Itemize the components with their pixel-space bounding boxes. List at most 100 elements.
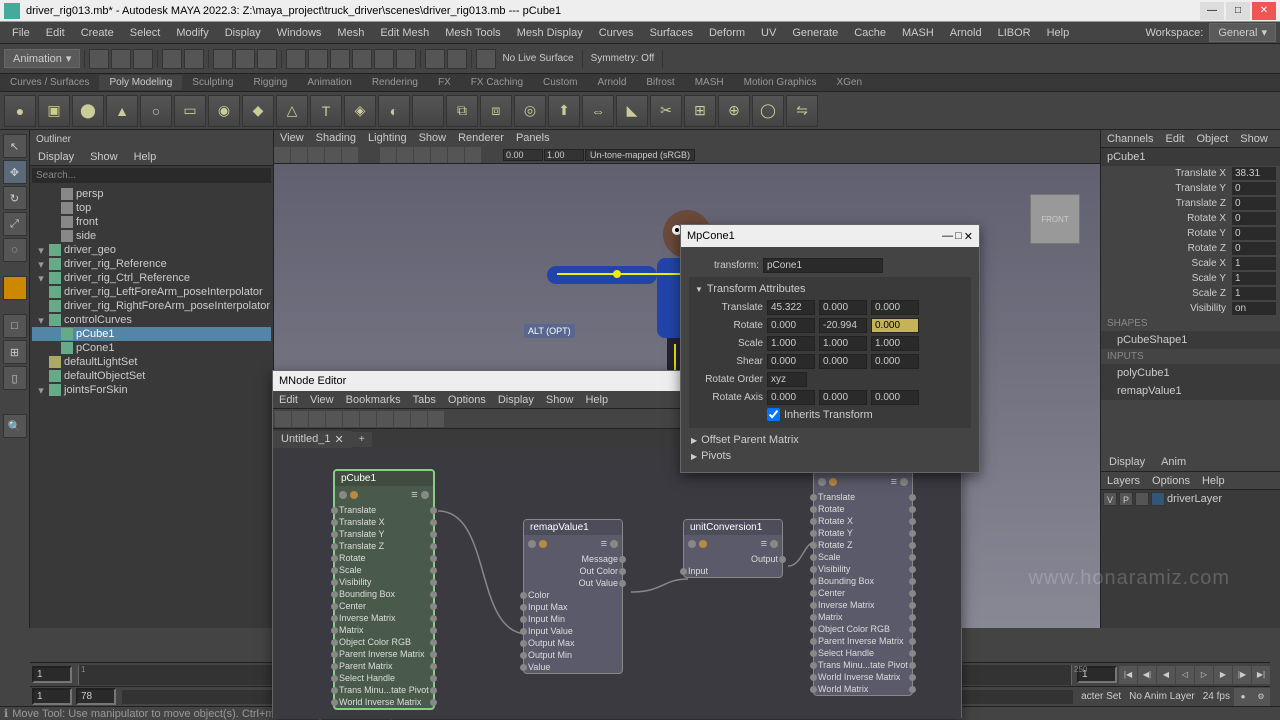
extrude-icon[interactable]: ⬆	[548, 95, 580, 127]
shelf-tab-xgen[interactable]: XGen	[826, 75, 872, 90]
menu-cache[interactable]: Cache	[846, 27, 894, 39]
move-tool-icon[interactable]: ✥	[3, 160, 27, 184]
poly-platonic-icon[interactable]: ◆	[242, 95, 274, 127]
menu-uv[interactable]: UV	[753, 27, 784, 39]
ne-tab[interactable]: Untitled_1 ✕	[273, 431, 352, 448]
prefs-icon[interactable]: ⚙	[1252, 688, 1270, 706]
ne-clear-icon[interactable]	[326, 411, 342, 427]
ne-show[interactable]: Show	[540, 394, 580, 406]
outliner-item[interactable]: ▾controlCurves	[32, 313, 271, 327]
vp-image-plane-icon[interactable]	[291, 147, 307, 163]
attr-popup-title[interactable]: M pCone1 — □ ✕	[681, 225, 979, 247]
shelf-tab-poly[interactable]: Poly Modeling	[99, 75, 182, 90]
vp-xray-icon[interactable]	[397, 147, 413, 163]
cb-attr-input[interactable]	[1232, 242, 1276, 255]
menu-display[interactable]: Display	[217, 27, 269, 39]
transform-node-input[interactable]	[763, 258, 883, 273]
menu-windows[interactable]: Windows	[269, 27, 330, 39]
cb-show[interactable]: Show	[1234, 133, 1274, 145]
outliner-show[interactable]: Show	[82, 151, 126, 163]
autokey-icon[interactable]: ●	[1234, 688, 1252, 706]
cb-attr-input[interactable]	[1232, 167, 1276, 180]
select-tool-icon[interactable]: ↖	[3, 134, 27, 158]
ne-tab-close-icon[interactable]: ✕	[335, 433, 344, 446]
poly-torus-icon[interactable]: ○	[140, 95, 172, 127]
vp-shading[interactable]: Shading	[310, 132, 362, 144]
vp-show[interactable]: Show	[413, 132, 453, 144]
next-key-icon[interactable]: |▶	[1233, 666, 1251, 684]
attr-rotate-1[interactable]	[819, 318, 867, 333]
poly-sphere-icon[interactable]: ●	[4, 95, 36, 127]
menu-edit-mesh[interactable]: Edit Mesh	[372, 27, 437, 39]
ne-view[interactable]: View	[304, 394, 340, 406]
poly-pyramid-icon[interactable]: △	[276, 95, 308, 127]
snap-view-icon[interactable]	[396, 49, 416, 69]
live-surface-icon[interactable]	[476, 49, 496, 69]
multi-cut-icon[interactable]: ✂	[650, 95, 682, 127]
layer-tab-anim[interactable]: Anim	[1153, 453, 1194, 471]
next-frame-icon[interactable]: ▶	[1214, 666, 1232, 684]
cb-attr-input[interactable]	[1232, 302, 1276, 315]
cb-attr-input[interactable]	[1232, 197, 1276, 210]
attr-translate-2[interactable]	[871, 300, 919, 315]
ne-zoom-icon[interactable]	[428, 411, 444, 427]
lasso-icon[interactable]	[235, 49, 255, 69]
graph-node[interactable]: pCube1≡Translate Translate X Translate Y…	[333, 469, 435, 710]
outliner-item[interactable]: defaultObjectSet	[32, 369, 271, 383]
outliner-item[interactable]: defaultLightSet	[32, 355, 271, 369]
mode-dropdown[interactable]: Animation ▾	[4, 49, 80, 68]
offset-parent-section[interactable]: Offset Parent Matrix	[689, 432, 971, 448]
outliner-item[interactable]: pCone1	[32, 341, 271, 355]
paint-select-icon[interactable]	[257, 49, 277, 69]
graph-node[interactable]: pCone1≡TranslateRotate Rotate X Rotate Y…	[813, 457, 913, 696]
shelf-tab-fxcache[interactable]: FX Caching	[461, 75, 533, 90]
bridge-icon[interactable]: ⇔	[582, 95, 614, 127]
attr-shear-1[interactable]	[819, 354, 867, 369]
ne-options[interactable]: Options	[442, 394, 492, 406]
insert-edge-icon[interactable]: ⊞	[684, 95, 716, 127]
vp-bookmark-icon[interactable]	[325, 147, 341, 163]
graph-node[interactable]: unitConversion1≡OutputInput	[683, 519, 783, 578]
char-set[interactable]: acter Set	[1077, 691, 1125, 702]
rotate-axis-z[interactable]	[871, 390, 919, 405]
shelf-tab-fx[interactable]: FX	[428, 75, 461, 90]
maximize-button[interactable]: □	[1226, 2, 1250, 20]
cb-attr-input[interactable]	[1232, 287, 1276, 300]
attr-rotate-2[interactable]	[871, 318, 919, 333]
outliner-item[interactable]: side	[32, 229, 271, 243]
bevel-icon[interactable]: ◣	[616, 95, 648, 127]
ne-tabs[interactable]: Tabs	[407, 394, 442, 406]
shelf-tab-arnold[interactable]: Arnold	[587, 75, 636, 90]
poly-cube-icon[interactable]: ▣	[38, 95, 70, 127]
shelf-tab-custom[interactable]: Custom	[533, 75, 587, 90]
menu-create[interactable]: Create	[73, 27, 122, 39]
snap-point-icon[interactable]	[330, 49, 350, 69]
shelf-tab-render[interactable]: Rendering	[362, 75, 428, 90]
poly-disc-icon[interactable]: ◉	[208, 95, 240, 127]
attr-rotate-0[interactable]	[767, 318, 815, 333]
attr-shear-2[interactable]	[871, 354, 919, 369]
node-editor-canvas[interactable]: pCube1≡Translate Translate X Translate Y…	[273, 449, 961, 719]
menu-libor[interactable]: LIBOR	[990, 27, 1039, 39]
vp-wireframe-icon[interactable]	[414, 147, 430, 163]
menu-curves[interactable]: Curves	[591, 27, 642, 39]
range-visible-start[interactable]	[76, 688, 116, 705]
layer-row[interactable]: V P driverLayer	[1101, 490, 1280, 508]
ne-both-icon[interactable]	[309, 411, 325, 427]
rotate-axis-x[interactable]	[767, 390, 815, 405]
vp-gamma-input[interactable]	[544, 149, 584, 161]
layer-name[interactable]: driverLayer	[1167, 493, 1222, 505]
target-weld-icon[interactable]: ⊕	[718, 95, 750, 127]
vp-lights-icon[interactable]	[465, 147, 481, 163]
render-icon[interactable]	[447, 49, 467, 69]
cb-channels[interactable]: Channels	[1101, 133, 1159, 145]
cb-attr-input[interactable]	[1232, 227, 1276, 240]
ne-sync-icon[interactable]	[394, 411, 410, 427]
combine-icon[interactable]: ⧉	[446, 95, 478, 127]
rotate-order-select[interactable]: xyz	[767, 372, 807, 387]
attr-scale-0[interactable]	[767, 336, 815, 351]
menu-generate[interactable]: Generate	[784, 27, 846, 39]
cb-attr-input[interactable]	[1232, 182, 1276, 195]
outliner-item[interactable]: pCube1	[32, 327, 271, 341]
goto-start-icon[interactable]: |◀	[1119, 666, 1137, 684]
